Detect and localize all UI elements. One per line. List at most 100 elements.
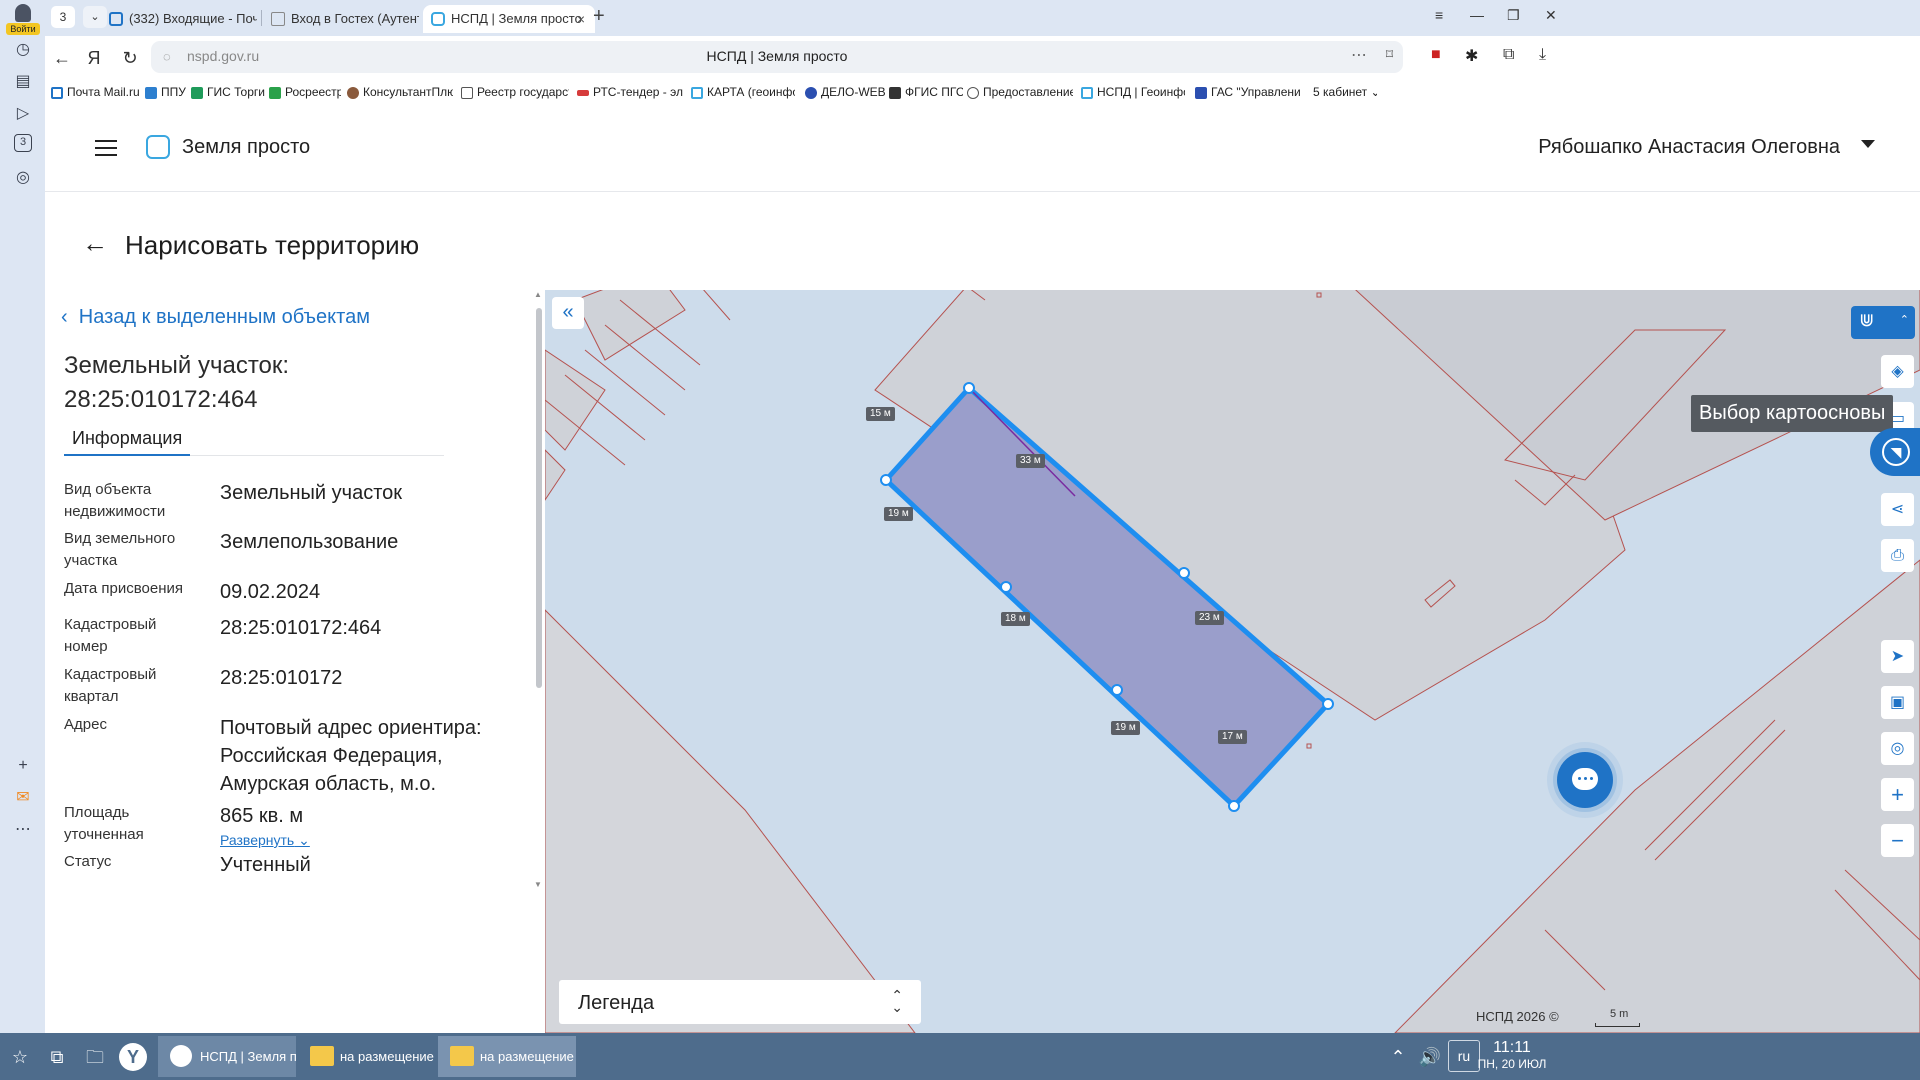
panel-scrollbar[interactable] <box>536 308 542 688</box>
vertex-handle[interactable] <box>1000 581 1012 593</box>
zoom-out-button[interactable]: − <box>1881 824 1914 857</box>
taskbar-window-folder[interactable]: на размещение ... <box>438 1036 576 1077</box>
bookmark-item[interactable]: НСПД | Геоинфор <box>1081 85 1185 99</box>
bookmark-item[interactable]: ППУ <box>145 85 189 99</box>
scroll-down-icon[interactable]: ▼ <box>534 880 542 889</box>
bookmark-item[interactable]: Росреестр <box>269 85 341 99</box>
scale-label: 5 m <box>1610 1008 1629 1020</box>
close-window-icon[interactable]: ✕ <box>1545 7 1557 24</box>
bookmark-icon[interactable]: ⌑ <box>1386 46 1393 63</box>
screenshot-icon[interactable]: ◎ <box>11 166 35 190</box>
flag-extension-icon[interactable]: ■ <box>1431 46 1441 64</box>
map-canvas[interactable]: 15 м 33 м 19 м 18 м 23 м 19 м 17 м « ⋓ ⌃ ◈ ▭ В… <box>545 290 1920 1033</box>
info-key: Статус <box>64 853 112 870</box>
user-name[interactable]: Рябошапко Анастасия Олеговна <box>1538 136 1840 159</box>
minimap-button[interactable]: ▣ <box>1881 686 1914 719</box>
vertex-handle[interactable] <box>1111 684 1123 696</box>
bookmark-item[interactable]: РТС-тендер - эле <box>577 85 683 99</box>
edge-length-label: 17 м <box>1218 730 1247 744</box>
legend-dropdown[interactable]: Легенда ⌃ ⌄ <box>559 980 921 1024</box>
basemap-tooltip: Выбор картоосновы <box>1691 395 1894 432</box>
tab-information[interactable]: Информация <box>72 428 182 449</box>
info-value: 28:25:010172 <box>220 667 343 689</box>
vertex-handle[interactable] <box>963 382 975 394</box>
share-button[interactable]: ⋖ <box>1881 493 1914 526</box>
download-icon[interactable]: ⤓ <box>1539 46 1546 64</box>
restore-icon[interactable]: ❐ <box>1507 7 1520 24</box>
tab-mail[interactable]: (332) Входящие - Почта Mail.ru <box>101 5 257 33</box>
bookmark-item[interactable]: КонсультантПлюс <box>347 85 453 99</box>
nspd-favicon-icon <box>431 12 445 26</box>
profile-avatar[interactable]: Войти <box>6 4 40 36</box>
layers-button[interactable]: ◈ <box>1881 355 1914 388</box>
bookmark-item[interactable]: Реестр государст <box>461 85 569 99</box>
snap-magnet-button[interactable]: ⋓ ⌃ <box>1851 306 1915 339</box>
menu-burger-icon[interactable] <box>95 140 117 156</box>
play-icon[interactable]: ▷ <box>11 102 35 126</box>
taskbar-window-nspd[interactable]: НСПД | Земля пр... <box>158 1036 296 1077</box>
files-icon[interactable]: 🗀 <box>81 1043 109 1071</box>
bookmark-item[interactable]: КАРТА (геоинфор <box>691 85 795 99</box>
reload-icon[interactable]: ↻ <box>119 48 141 69</box>
bookmark-item[interactable]: ГИС Торги <box>191 85 265 99</box>
locate-button[interactable]: ➤ <box>1881 640 1914 673</box>
bookmark-item[interactable]: ФГИС ПГС <box>889 85 963 99</box>
page-title: Нарисовать территорию <box>125 230 420 260</box>
expand-address-link[interactable]: Развернуть ⌄ <box>220 832 310 849</box>
chat-button[interactable] <box>1557 752 1613 808</box>
tab-nspd-active[interactable]: НСПД | Земля просто × <box>423 5 595 33</box>
yandex-icon[interactable]: Я <box>83 48 105 69</box>
mail-app-icon[interactable]: ✉ <box>11 786 35 810</box>
neighbour-parcel <box>545 609 916 1033</box>
start-star-icon[interactable]: ☆ <box>6 1043 34 1071</box>
support-button[interactable]: ◥ <box>1870 428 1920 476</box>
plus-icon: + <box>1891 782 1904 807</box>
geo-search-button[interactable]: ◎ <box>1881 732 1914 765</box>
minimize-icon[interactable]: — <box>1470 7 1484 23</box>
downloads-panel-icon[interactable]: ⧉ <box>1503 46 1514 64</box>
rail-badge[interactable]: 3 <box>14 134 32 152</box>
user-menu-caret-icon[interactable] <box>1861 140 1875 148</box>
tab-gostech[interactable]: Вход в Гостех (Аутентификация) <box>263 5 419 33</box>
bookmark-folder[interactable]: 5 кабинет ⌄ <box>1297 85 1377 99</box>
collections-icon[interactable]: ▤ <box>11 70 35 94</box>
scroll-up-icon[interactable]: ▲ <box>534 290 542 299</box>
add-panel-icon[interactable]: + <box>11 754 35 778</box>
brand-name[interactable]: Земля просто <box>182 136 310 159</box>
more-dots-icon[interactable]: ⋯ <box>1351 45 1367 65</box>
new-tab-icon[interactable]: + <box>593 5 605 28</box>
collapse-panel-icon[interactable]: « <box>552 297 584 329</box>
info-tabs: Информация <box>64 418 444 456</box>
omnibox[interactable]: ◌ nspd.gov.ru НСПД | Земля просто ⋯ ⌑ <box>151 41 1403 73</box>
volume-icon[interactable]: 🔊 <box>1416 1043 1444 1071</box>
vertex-handle[interactable] <box>1228 800 1240 812</box>
close-tab-icon[interactable]: × <box>577 5 585 33</box>
back-icon[interactable]: ← <box>51 48 73 69</box>
ppu-bookmark-icon <box>145 87 157 99</box>
bookmark-item[interactable]: ДЕЛО-WEB <box>805 85 885 99</box>
menu-icon[interactable]: ≡ <box>1435 7 1443 23</box>
bookmark-item[interactable]: Почта Mail.ru <box>51 85 139 99</box>
vertex-handle[interactable] <box>1322 698 1334 710</box>
yandex-browser-icon[interactable]: Y <box>119 1043 147 1071</box>
print-button[interactable]: ⎙ <box>1881 539 1914 572</box>
history-icon[interactable]: ◷ <box>11 38 35 62</box>
tray-chevron-up-icon[interactable]: ⌃ <box>1384 1043 1412 1071</box>
vertex-handle[interactable] <box>880 474 892 486</box>
address-bar-row: ← Я ↻ ◌ nspd.gov.ru НСПД | Земля просто … <box>45 36 1920 82</box>
mail-favicon-icon <box>109 12 123 26</box>
target-icon: ◎ <box>1890 740 1905 757</box>
vertex-handle[interactable] <box>1178 567 1190 579</box>
back-to-selected-link[interactable]: ‹ Назад к выделенным объектам <box>61 306 370 329</box>
taskbar-window-folder[interactable]: на размещение ... <box>298 1036 436 1077</box>
kontur-extension-icon[interactable]: ✱ <box>1465 46 1478 66</box>
bookmark-item[interactable]: ГАС "Управление <box>1195 85 1301 99</box>
back-arrow-icon[interactable]: ← <box>82 228 108 259</box>
clock[interactable]: 11:11 ПН, 20 ИЮЛ <box>1476 1039 1548 1071</box>
zoom-in-button[interactable]: + <box>1881 778 1914 811</box>
nspd-bookmark-icon <box>1081 87 1093 99</box>
bookmark-item[interactable]: Предоставление <box>967 85 1073 99</box>
windows-icon[interactable]: ⧉ <box>43 1043 71 1071</box>
tab-count[interactable]: 3 <box>51 6 75 28</box>
more-icon[interactable]: ⋯ <box>11 818 35 842</box>
